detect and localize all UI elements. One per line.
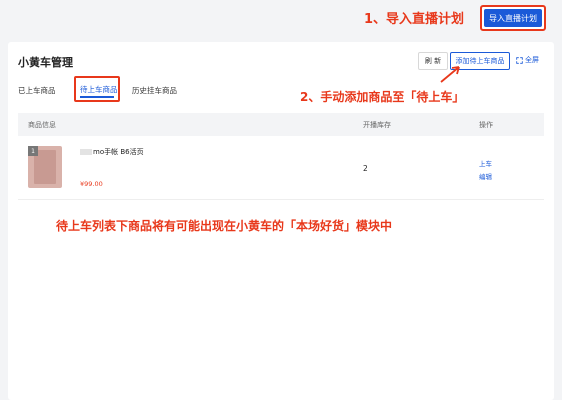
annotation-arrow	[440, 66, 460, 83]
annotation-note: 待上车列表下商品将有可能出现在小黄车的「本场好货」模块中	[56, 219, 393, 233]
